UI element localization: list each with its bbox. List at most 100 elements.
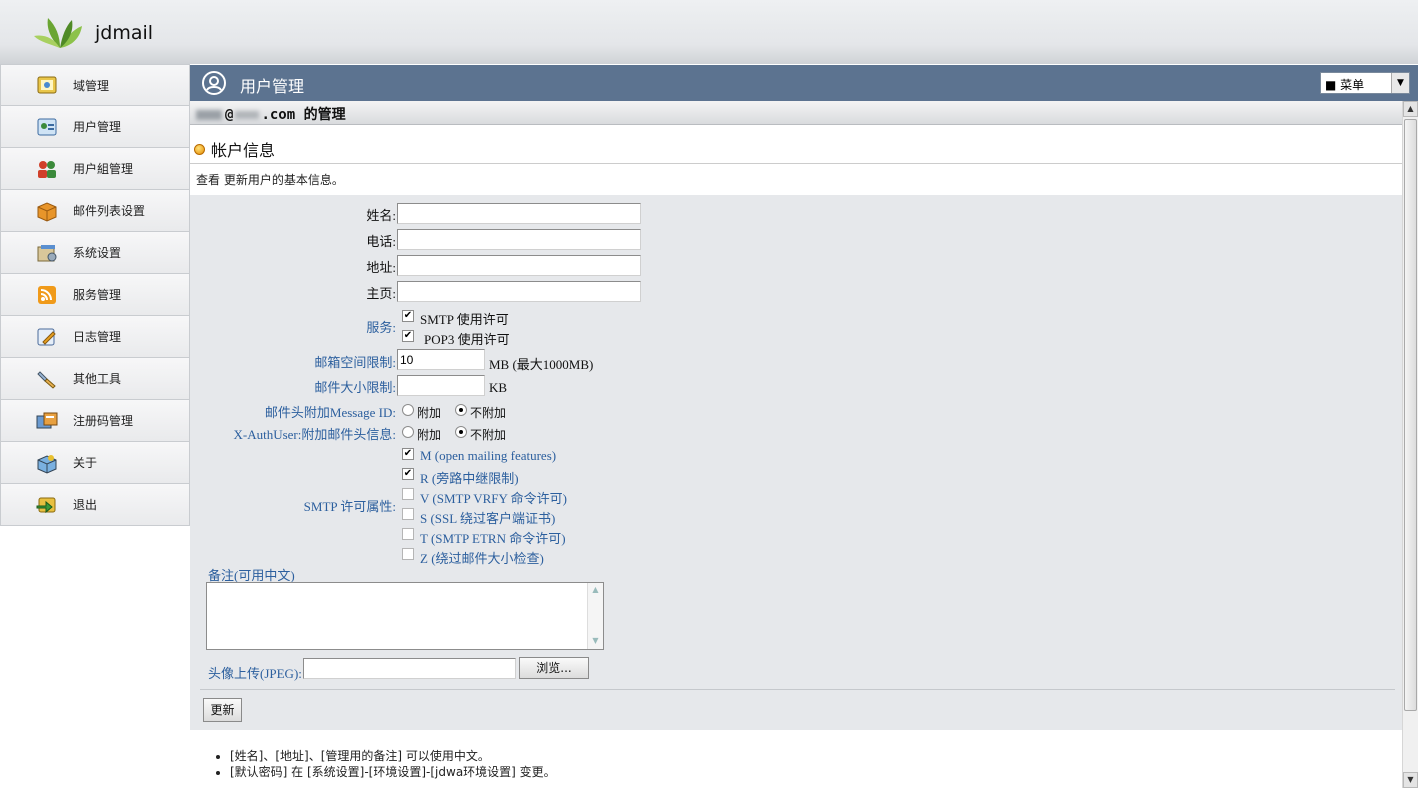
authuser-label: X-AuthUser:附加邮件头信息:: [233, 427, 397, 442]
message-id-attach-label: 附加: [417, 406, 442, 420]
package-icon: [37, 201, 57, 222]
account-subheader: @ .com 的管理: [190, 101, 1402, 125]
smtp-attr-v-checkbox[interactable]: [402, 488, 414, 500]
mail-size-unit: KB: [489, 380, 508, 395]
sidebar-item-logs[interactable]: 日志管理: [0, 316, 190, 358]
page-scrollbar[interactable]: ▲ ▼: [1402, 101, 1418, 788]
sidebar-item-registration[interactable]: 注册码管理: [0, 400, 190, 442]
mailbox-limit-field[interactable]: [397, 349, 485, 370]
message-id-attach-radio[interactable]: [402, 404, 414, 416]
menu-dropdown[interactable]: ■ 菜单 ▼: [1320, 72, 1410, 94]
sidebar-item-domain[interactable]: 域管理: [0, 64, 190, 106]
sidebar-item-about[interactable]: 关于: [0, 442, 190, 484]
message-id-noattach-radio[interactable]: [455, 404, 467, 416]
sidebar-item-users[interactable]: 用户管理: [0, 106, 190, 148]
tools-icon: [37, 370, 56, 389]
phone-label: 电话:: [366, 234, 396, 249]
avatar-upload-label: 头像上传(JPEG):: [208, 666, 302, 681]
scroll-down-icon[interactable]: ▼: [1403, 772, 1418, 788]
section-header: 帐户信息 查看 更新用户的基本信息。: [190, 125, 1402, 195]
email-at-sign: @: [225, 107, 234, 123]
page-title: 用户管理: [240, 77, 305, 96]
divider: [190, 163, 1402, 164]
pop3-perm-label: POP3 使用许可: [424, 332, 510, 347]
sidebar-item-label: 系统设置: [73, 246, 122, 260]
sidebar-item-label: 日志管理: [73, 330, 122, 344]
domain-icon: [37, 76, 57, 94]
sidebar-item-user-groups[interactable]: 用户組管理: [0, 148, 190, 190]
list-item: [姓名]、[地址]、[管理用的备注] 可以使用中文。: [230, 748, 556, 764]
sidebar-item-system-settings[interactable]: 系统设置: [0, 232, 190, 274]
account-form: 姓名: 电话: 地址: 主页: 服务: ✔ SMTP 使用许可 ✔ POP3 使…: [190, 195, 1402, 735]
rss-icon: [38, 285, 56, 304]
scroll-up-icon[interactable]: ▲: [590, 585, 601, 596]
scrollbar-thumb[interactable]: [1404, 119, 1417, 711]
smtp-attr-z-label: Z (绕过邮件大小检查): [420, 551, 544, 566]
address-field[interactable]: [397, 255, 641, 276]
sidebar-item-mailing-list[interactable]: 邮件列表设置: [0, 190, 190, 232]
browse-button[interactable]: 浏览...: [519, 657, 589, 679]
smtp-attr-label: SMTP 许可属性:: [303, 499, 396, 514]
registration-icon: [36, 412, 58, 428]
phone-field[interactable]: [397, 229, 641, 250]
redacted-domain: [235, 111, 260, 119]
exit-arrow-icon: [36, 497, 56, 513]
mail-size-label: 邮件大小限制:: [314, 380, 396, 395]
section-title-text: 帐户信息: [211, 141, 276, 160]
smtp-attr-m-checkbox[interactable]: ✔: [402, 448, 414, 460]
chevron-down-icon: ▼: [1391, 73, 1409, 93]
smtp-attr-v-label: V (SMTP VRFY 命令许可): [420, 491, 567, 506]
smtp-checkbox[interactable]: ✔: [402, 310, 414, 322]
authuser-noattach-label: 不附加: [470, 428, 507, 442]
email-domain-tail: .com: [261, 107, 296, 123]
smtp-attr-z-checkbox[interactable]: [402, 548, 414, 560]
smtp-attr-t-checkbox[interactable]: [402, 528, 414, 540]
authuser-attach-label: 附加: [417, 428, 442, 442]
address-label: 地址:: [366, 260, 396, 275]
notes-list: [姓名]、[地址]、[管理用的备注] 可以使用中文。 [默认密码] 在 [系统设…: [190, 748, 556, 780]
sidebar-item-label: 邮件列表设置: [73, 204, 146, 218]
section-title: 帐户信息: [194, 137, 275, 161]
name-field[interactable]: [397, 203, 641, 224]
pop3-checkbox[interactable]: ✔: [402, 330, 414, 342]
smtp-attr-s-checkbox[interactable]: [402, 508, 414, 520]
page-title-bar: 用户管理 ■ 菜单 ▼: [190, 65, 1418, 101]
bullet-icon: [194, 143, 205, 155]
message-id-label: 邮件头附加Message ID:: [264, 405, 396, 420]
avatar-file-field[interactable]: [303, 658, 516, 679]
smtp-attr-r-checkbox[interactable]: ✔: [402, 468, 414, 480]
authuser-noattach-radio[interactable]: [455, 426, 467, 438]
smtp-attr-r-label: R (旁路中继限制): [420, 471, 519, 486]
system-box-icon: [37, 244, 57, 261]
update-button[interactable]: 更新: [203, 698, 242, 722]
menu-dropdown-value: ■ 菜单: [1325, 78, 1365, 92]
user-group-icon: [38, 160, 56, 178]
sidebar-item-label: 用户組管理: [73, 162, 134, 176]
user-card-icon: [37, 118, 57, 135]
scroll-down-icon[interactable]: ▼: [590, 636, 601, 647]
message-id-noattach-label: 不附加: [470, 406, 507, 420]
sidebar-item-services[interactable]: 服务管理: [0, 274, 190, 316]
redacted-username: [196, 110, 222, 120]
log-edit-icon: [37, 328, 56, 345]
mailbox-limit-label: 邮箱空间限制:: [314, 355, 396, 370]
about-box-icon: [37, 454, 57, 474]
sidebar-item-label: 服务管理: [73, 288, 122, 302]
mail-size-field[interactable]: [397, 375, 485, 396]
scroll-up-icon[interactable]: ▲: [1403, 101, 1418, 117]
homepage-field[interactable]: [397, 281, 641, 302]
subheader-suffix: 的管理: [303, 107, 346, 123]
authuser-attach-radio[interactable]: [402, 426, 414, 438]
sidebar-item-label: 退出: [73, 498, 98, 512]
service-label: 服务:: [366, 320, 396, 335]
sidebar-item-label: 其他工具: [73, 372, 122, 386]
textarea-scrollbar[interactable]: ▲ ▼: [587, 583, 603, 649]
sidebar-item-logout[interactable]: 退出: [0, 484, 190, 526]
sidebar-item-other-tools[interactable]: 其他工具: [0, 358, 190, 400]
smtp-attr-m-label: M (open mailing features): [420, 448, 557, 463]
note-textarea[interactable]: ▲ ▼: [206, 582, 604, 650]
smtp-attr-t-label: T (SMTP ETRN 命令许可): [420, 531, 566, 546]
app-name: jdmail: [95, 22, 154, 44]
section-description: 查看 更新用户的基本信息。: [196, 173, 344, 187]
notes-panel: [姓名]、[地址]、[管理用的备注] 可以使用中文。 [默认密码] 在 [系统设…: [190, 730, 1402, 788]
